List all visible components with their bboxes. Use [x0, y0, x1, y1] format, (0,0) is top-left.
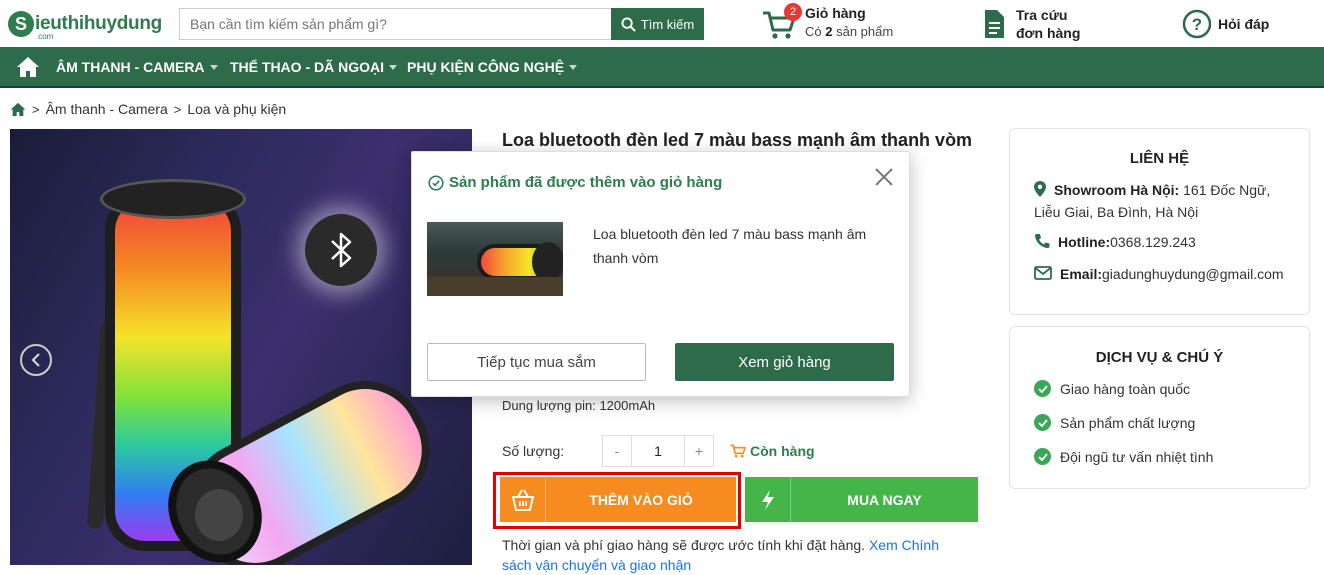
- breadcrumb-item[interactable]: Âm thanh - Camera: [46, 101, 168, 117]
- contact-showroom: Showroom Hà Nội: 161 Đốc Ngữ, Liễu Giai,…: [1034, 181, 1271, 220]
- add-to-cart-button[interactable]: THÊM VÀO GIỎ: [500, 477, 736, 522]
- contact-title: LIÊN HỆ: [1129, 150, 1190, 167]
- service-item: Đội ngũ tư vấn nhiệt tình: [1034, 448, 1213, 465]
- quantity-label: Số lượng:: [502, 443, 565, 459]
- contact-hotline: Hotline:0368.129.243: [1034, 231, 1196, 253]
- search-button-label: Tìm kiếm: [640, 16, 695, 32]
- quantity-stepper: - 1 +: [602, 435, 714, 467]
- modal-heading: Sản phẩm đã được thêm vào giỏ hàng: [428, 174, 722, 191]
- quantity-decrease-button[interactable]: -: [603, 436, 631, 466]
- breadcrumb-separator: >: [32, 101, 40, 117]
- stock-status: Còn hàng: [730, 443, 815, 459]
- cart-title: Giỏ hàng: [805, 5, 866, 21]
- chevron-down-icon: [569, 64, 578, 70]
- header-cart[interactable]: 2 Giỏ hàng Có 2 sản phẩm: [762, 3, 912, 44]
- check-circle-icon: [1034, 448, 1051, 465]
- lightning-icon: [745, 477, 791, 522]
- gallery-prev-button[interactable]: [20, 344, 52, 376]
- phone-icon: [1035, 234, 1050, 248]
- modal-product-thumbnail: [427, 222, 563, 296]
- search-input[interactable]: [179, 8, 611, 40]
- order-lookup-link[interactable]: Tra cứu đơn hàng: [983, 6, 1103, 42]
- nav-item-audio-camera[interactable]: ÂM THANH - CAMERA: [56, 59, 218, 75]
- breadcrumb-item[interactable]: Loa và phụ kiện: [187, 101, 286, 117]
- product-battery: Dung lượng pin: 1200mAh: [502, 398, 656, 413]
- site-header: S ieuthihuydung .com Tìm kiếm 2 Giỏ hàng…: [0, 0, 1324, 47]
- contact-email: Email:giadunghuydung@gmail.com: [1034, 263, 1284, 285]
- check-circle-icon: [1034, 414, 1051, 431]
- search-icon: [621, 16, 636, 32]
- quantity-input[interactable]: 1: [631, 436, 685, 466]
- logo-domain: .com: [36, 32, 54, 41]
- speaker-grill: [195, 489, 243, 541]
- logo-text: ieuthihuydung: [35, 13, 162, 34]
- chevron-left-icon: [31, 353, 40, 367]
- breadcrumb-separator: >: [173, 101, 182, 117]
- add-to-cart-label: THÊM VÀO GIỎ: [589, 491, 693, 508]
- speaker-top: [100, 179, 246, 219]
- cart-count-badge: 2: [784, 3, 802, 21]
- quantity-increase-button[interactable]: +: [685, 436, 713, 466]
- logo-mark: S: [8, 11, 34, 37]
- chevron-down-icon: [389, 64, 397, 70]
- contact-card: LIÊN HỆ Showroom Hà Nội: 161 Đốc Ngữ, Li…: [1009, 128, 1310, 315]
- site-logo[interactable]: S ieuthihuydung .com: [8, 8, 162, 41]
- product-title: Loa bluetooth đèn led 7 màu bass mạnh âm…: [502, 130, 973, 150]
- close-icon[interactable]: [873, 166, 895, 188]
- added-to-cart-modal: Sản phẩm đã được thêm vào giỏ hàng Loa b…: [411, 151, 910, 397]
- services-card: DỊCH VỤ & CHÚ Ý Giao hàng toàn quốc Sản …: [1009, 326, 1310, 489]
- cart-summary: Có 2 sản phẩm: [805, 24, 894, 39]
- help-label: Hỏi đáp: [1218, 16, 1270, 32]
- modal-product-name: Loa bluetooth đèn led 7 màu bass mạnh âm…: [593, 226, 867, 266]
- breadcrumb: > Âm thanh - Camera > Loa và phụ kiện: [10, 101, 286, 117]
- basket-icon: [500, 477, 546, 522]
- search-button[interactable]: Tìm kiếm: [611, 8, 704, 40]
- nav-item-sports-outdoor[interactable]: THỂ THAO - DÃ NGOẠI: [230, 59, 397, 75]
- view-cart-button[interactable]: Xem giỏ hàng: [675, 343, 894, 381]
- chevron-down-icon: [209, 64, 218, 70]
- buy-now-label: MUA NGAY: [847, 491, 922, 508]
- bluetooth-icon: [305, 214, 377, 286]
- help-link[interactable]: ? Hỏi đáp: [1182, 8, 1302, 40]
- shipping-note: Thời gian và phí giao hàng sẽ được ước t…: [502, 537, 939, 573]
- cart-icon: [730, 444, 746, 458]
- envelope-icon: [1034, 266, 1052, 280]
- check-circle-icon: [1034, 380, 1051, 397]
- product-image-gallery[interactable]: [10, 129, 472, 565]
- location-pin-icon: [1034, 181, 1046, 197]
- services-title: DỊCH VỤ & CHÚ Ý: [1095, 349, 1224, 366]
- continue-shopping-button[interactable]: Tiếp tục mua sắm: [427, 343, 646, 381]
- check-circle-icon: [428, 174, 444, 191]
- home-icon[interactable]: [10, 102, 26, 117]
- main-nav: ÂM THANH - CAMERA THỂ THAO - DÃ NGOẠI PH…: [0, 47, 1324, 88]
- email-address[interactable]: giadunghuydung@gmail.com: [1102, 266, 1284, 282]
- service-item: Sản phẩm chất lượng: [1034, 414, 1195, 431]
- hotline-number[interactable]: 0368.129.243: [1110, 234, 1196, 250]
- home-icon[interactable]: [16, 56, 40, 78]
- question-icon: ?: [1182, 9, 1212, 39]
- service-item: Giao hàng toàn quốc: [1034, 380, 1190, 397]
- buy-now-button[interactable]: MUA NGAY: [745, 477, 978, 522]
- document-icon: [985, 10, 1004, 38]
- order-lookup-label: Tra cứu đơn hàng: [1016, 7, 1081, 41]
- nav-item-tech-accessories[interactable]: PHỤ KIỆN CÔNG NGHỆ: [407, 59, 578, 75]
- svg-text:?: ?: [1192, 15, 1202, 34]
